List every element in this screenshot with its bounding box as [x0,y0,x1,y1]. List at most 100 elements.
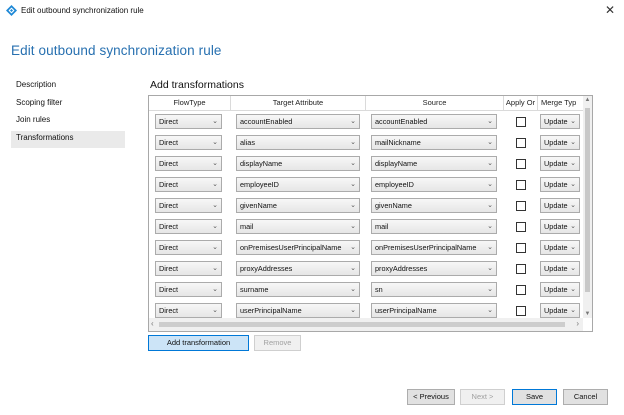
target-attribute-dropdown[interactable]: displayName ⌄ [236,156,360,171]
cancel-button[interactable]: Cancel [563,389,608,405]
flow-type-dropdown[interactable]: Direct ⌄ [155,198,222,213]
merge-type-dropdown[interactable]: Update ⌄ [540,177,580,192]
source-dropdown[interactable]: userPrincipalName ⌄ [371,303,497,318]
section-title: Add transformations [150,79,244,91]
source-dropdown[interactable]: sn ⌄ [371,282,497,297]
chevron-down-icon: ⌄ [570,139,576,146]
merge-type-dropdown[interactable]: Update ⌄ [540,240,580,255]
nav-item-join-rules[interactable]: Join rules [11,113,125,131]
source-dropdown[interactable]: accountEnabled ⌄ [371,114,497,129]
source-dropdown[interactable]: mail ⌄ [371,219,497,234]
apply-once-checkbox[interactable] [516,158,526,169]
flow-type-dropdown[interactable]: Direct ⌄ [155,135,222,150]
source-dropdown[interactable]: onPremisesUserPrincipalName ⌄ [371,240,497,255]
vertical-scrollbar[interactable]: ▲ ▼ [583,96,592,318]
source-cell: mail ⌄ [366,216,504,237]
source-dropdown[interactable]: employeeID ⌄ [371,177,497,192]
chevron-down-icon: ⌄ [570,160,576,167]
flow-type-dropdown[interactable]: Direct ⌄ [155,240,222,255]
grid-header: FlowType Target Attribute Source Apply O… [149,96,592,111]
merge-type-dropdown[interactable]: Update ⌄ [540,282,580,297]
flow-type-dropdown[interactable]: Direct ⌄ [155,303,222,318]
chevron-down-icon: ⌄ [570,223,576,230]
merge-type-dropdown-value: Update [544,138,568,147]
target-attribute-dropdown[interactable]: accountEnabled ⌄ [236,114,360,129]
title-bar: Edit outbound synchronization rule ✕ [0,0,624,22]
merge-type-dropdown-value: Update [544,243,568,252]
flow-type-dropdown[interactable]: Direct ⌄ [155,177,222,192]
vertical-scroll-thumb[interactable] [585,108,590,292]
merge-type-dropdown[interactable]: Update ⌄ [540,219,580,234]
apply-once-checkbox[interactable] [516,179,526,190]
merge-type-dropdown-value: Update [544,306,568,315]
source-dropdown[interactable]: givenName ⌄ [371,198,497,213]
source-cell: proxyAddresses ⌄ [366,258,504,279]
horizontal-scroll-thumb[interactable] [159,322,565,327]
column-header-apply-once[interactable]: Apply Or [504,96,538,111]
nav-item-description[interactable]: Description [11,78,125,96]
apply-once-checkbox[interactable] [516,137,526,148]
merge-type-cell: Update ⌄ [538,174,580,195]
column-header-flow-type[interactable]: FlowType [149,96,231,111]
target-attribute-dropdown[interactable]: onPremisesUserPrincipalName ⌄ [236,240,360,255]
apply-once-checkbox[interactable] [516,263,526,274]
scroll-up-icon[interactable]: ▲ [583,97,592,103]
target-attribute-dropdown[interactable]: userPrincipalName ⌄ [236,303,360,318]
merge-type-dropdown-value: Update [544,264,568,273]
horizontal-scrollbar[interactable]: ‹ › [149,318,583,331]
chevron-down-icon: ⌄ [212,181,218,188]
merge-type-cell: Update ⌄ [538,237,580,258]
apply-once-checkbox[interactable] [516,305,526,316]
chevron-down-icon: ⌄ [350,139,356,146]
nav-item-transformations[interactable]: Transformations [11,130,125,148]
chevron-down-icon: ⌄ [350,286,356,293]
merge-type-dropdown[interactable]: Update ⌄ [540,135,580,150]
column-header-source[interactable]: Source [366,96,504,111]
merge-type-dropdown[interactable]: Update ⌄ [540,198,580,213]
target-attribute-dropdown[interactable]: proxyAddresses ⌄ [236,261,360,276]
table-row: Direct ⌄ alias ⌄ mailNickname ⌄ Update ⌄ [149,132,583,153]
save-button[interactable]: Save [512,389,557,405]
source-dropdown[interactable]: displayName ⌄ [371,156,497,171]
apply-once-checkbox[interactable] [516,284,526,295]
apply-once-cell [504,258,538,279]
source-dropdown[interactable]: proxyAddresses ⌄ [371,261,497,276]
target-attribute-dropdown[interactable]: surname ⌄ [236,282,360,297]
scroll-down-icon[interactable]: ▼ [583,311,592,317]
target-attribute-dropdown[interactable]: mail ⌄ [236,219,360,234]
column-header-target-attribute[interactable]: Target Attribute [231,96,366,111]
flow-type-dropdown[interactable]: Direct ⌄ [155,114,222,129]
merge-type-dropdown[interactable]: Update ⌄ [540,114,580,129]
previous-button[interactable]: < Previous [407,389,455,405]
target-attribute-dropdown[interactable]: employeeID ⌄ [236,177,360,192]
table-row: Direct ⌄ proxyAddresses ⌄ proxyAddresses ⌄ Upd… [149,258,583,279]
flow-type-dropdown[interactable]: Direct ⌄ [155,282,222,297]
scroll-right-icon[interactable]: › [576,319,579,328]
apply-once-checkbox[interactable] [516,200,526,211]
close-icon[interactable]: ✕ [605,3,615,17]
source-dropdown[interactable]: mailNickname ⌄ [371,135,497,150]
chevron-down-icon: ⌄ [350,223,356,230]
apply-once-checkbox[interactable] [516,221,526,232]
flow-type-dropdown[interactable]: Direct ⌄ [155,219,222,234]
chevron-down-icon: ⌄ [487,181,493,188]
scroll-left-icon[interactable]: ‹ [151,319,154,328]
target-attribute-dropdown[interactable]: givenName ⌄ [236,198,360,213]
column-header-merge-type[interactable]: Merge Typ [538,96,580,111]
merge-type-dropdown[interactable]: Update ⌄ [540,156,580,171]
target-attribute-cell: mail ⌄ [231,216,366,237]
flow-type-dropdown[interactable]: Direct ⌄ [155,261,222,276]
nav-item-scoping-filter[interactable]: Scoping filter [11,96,125,114]
flow-type-cell: Direct ⌄ [149,174,231,195]
merge-type-dropdown[interactable]: Update ⌄ [540,303,580,318]
target-attribute-dropdown[interactable]: alias ⌄ [236,135,360,150]
apply-once-checkbox[interactable] [516,242,526,253]
next-button[interactable]: Next > [460,389,505,405]
apply-once-checkbox[interactable] [516,116,526,127]
remove-button[interactable]: Remove [254,335,301,351]
merge-type-dropdown[interactable]: Update ⌄ [540,261,580,276]
merge-type-dropdown-value: Update [544,159,568,168]
flow-type-dropdown[interactable]: Direct ⌄ [155,156,222,171]
flow-type-dropdown-value: Direct [159,138,179,147]
add-transformation-button[interactable]: Add transformation [148,335,249,351]
